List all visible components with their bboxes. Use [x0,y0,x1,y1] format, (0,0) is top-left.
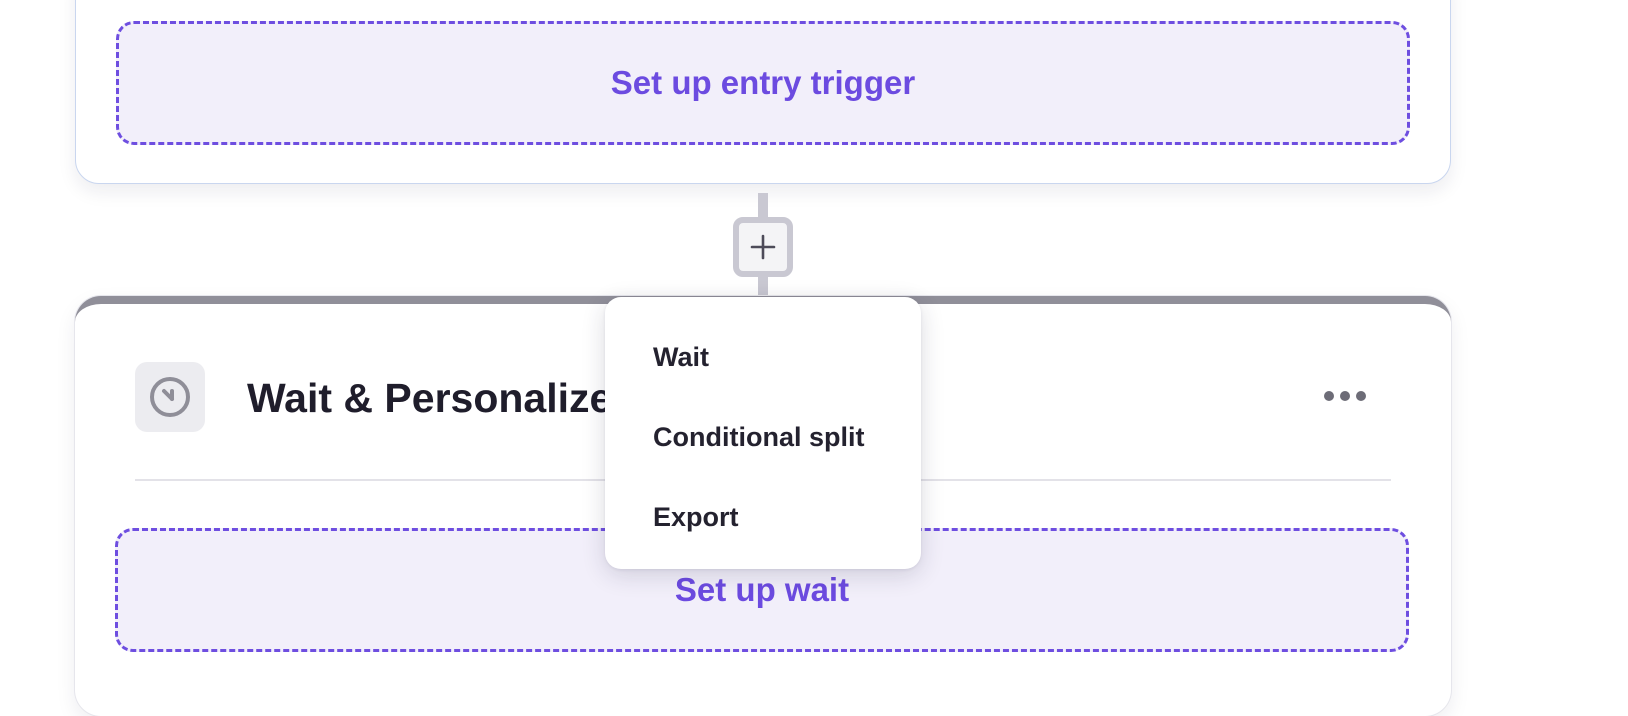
clock-icon [150,377,190,417]
menu-item-wait[interactable]: Wait [605,317,921,397]
menu-item-conditional-split[interactable]: Conditional split [605,397,921,477]
add-step-dropdown-menu: Wait Conditional split Export [605,297,921,569]
node-icon-container [135,362,205,432]
more-options-button[interactable] [1315,381,1375,411]
add-step-button[interactable] [733,217,793,277]
set-up-entry-trigger-button[interactable]: Set up entry trigger [116,21,1410,145]
menu-item-export[interactable]: Export [605,477,921,557]
plus-icon [750,234,776,260]
node-title: Wait & Personalize [247,375,613,421]
entry-trigger-card: Set up entry trigger [75,0,1451,184]
connector-line-upper [758,193,768,219]
more-horizontal-icon [1324,391,1366,401]
connector-line-lower [758,274,768,298]
